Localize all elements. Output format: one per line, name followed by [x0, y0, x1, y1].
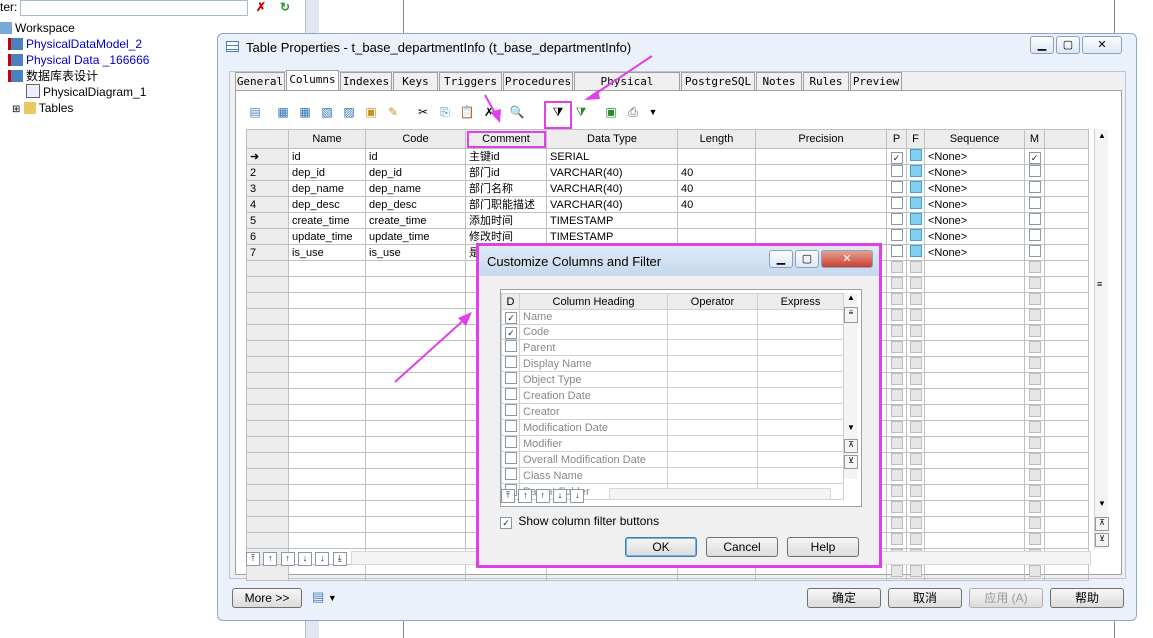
annotation-arrows [394, 55, 653, 383]
arrowhead [584, 90, 600, 100]
arrow-to-filter-button [594, 55, 653, 95]
arrowhead [490, 109, 501, 123]
arrow-to-dialog [394, 317, 467, 383]
